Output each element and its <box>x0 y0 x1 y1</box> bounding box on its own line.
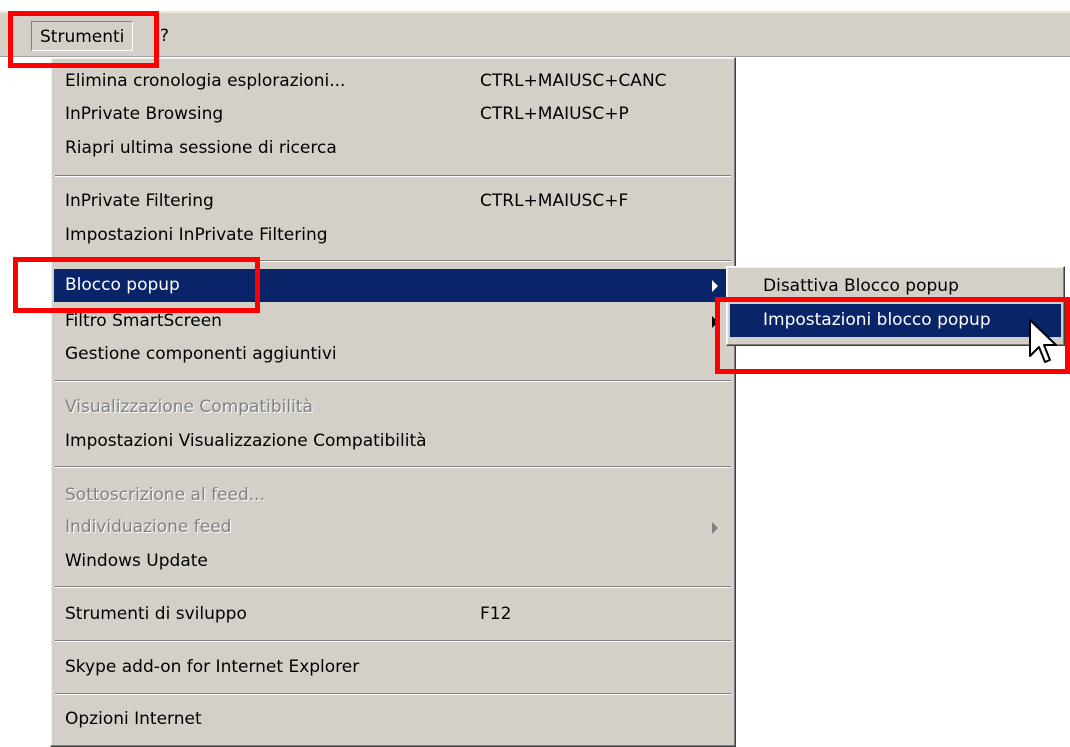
menu-item-label: Elimina cronologia esplorazioni... <box>65 71 346 91</box>
popup-blocker-submenu: Disattiva Blocco popup Impostazioni bloc… <box>726 266 1065 346</box>
menu-item-label: Sottoscrizione al feed... <box>65 485 265 505</box>
menu-separator <box>55 380 731 382</box>
menu-item-reopen-session[interactable]: Riapri ultima sessione di ricerca <box>54 132 732 165</box>
menu-separator <box>55 260 731 262</box>
menu-item-label: Impostazioni blocco popup <box>763 310 991 330</box>
menu-separator <box>55 466 731 468</box>
menu-item-label: Visualizzazione Compatibilità <box>65 397 313 417</box>
menu-help[interactable]: ? <box>152 21 177 51</box>
menu-item-label: Filtro SmartScreen <box>65 311 222 331</box>
menu-item-label: Individuazione feed <box>65 517 232 537</box>
menu-item-label: InPrivate Filtering <box>65 191 214 211</box>
menu-item-popup-blocker-settings[interactable]: Impostazioni blocco popup <box>730 304 1061 337</box>
menu-item-shortcut: CTRL+MAIUSC+F <box>480 191 629 211</box>
menu-item-compatibility-view-settings[interactable]: Impostazioni Visualizzazione Compatibili… <box>54 425 732 458</box>
submenu-arrow-icon <box>712 316 718 328</box>
menu-item-developer-tools[interactable]: Strumenti di sviluppo F12 <box>54 598 732 631</box>
menu-item-smartscreen-filter[interactable]: Filtro SmartScreen <box>54 305 732 338</box>
submenu-arrow-icon <box>712 280 718 292</box>
menu-item-inprivate-browsing[interactable]: InPrivate Browsing CTRL+MAIUSC+P <box>54 98 732 131</box>
menu-separator <box>55 175 731 177</box>
menu-item-label: Blocco popup <box>65 275 180 295</box>
menu-item-compatibility-view: Visualizzazione Compatibilità <box>54 391 732 424</box>
menu-item-manage-addons[interactable]: Gestione componenti aggiuntivi <box>54 338 732 371</box>
menu-item-label: Opzioni Internet <box>65 709 202 729</box>
menu-item-shortcut: F12 <box>480 604 512 624</box>
menu-separator <box>55 586 731 588</box>
menu-item-label: Skype add-on for Internet Explorer <box>65 657 360 677</box>
menu-item-shortcut: CTRL+MAIUSC+CANC <box>480 71 667 91</box>
menu-separator <box>55 640 731 642</box>
menu-item-label: Strumenti di sviluppo <box>65 604 247 624</box>
menu-item-delete-history[interactable]: Elimina cronologia esplorazioni... CTRL+… <box>54 65 732 98</box>
window-top-edge <box>0 0 1070 11</box>
menu-item-popup-blocker[interactable]: Blocco popup <box>54 269 732 302</box>
tools-dropdown-menu: Elimina cronologia esplorazioni... CTRL+… <box>50 57 736 747</box>
menu-item-label: Gestione componenti aggiuntivi <box>65 344 337 364</box>
menu-bar: Strumenti ? <box>0 11 1070 57</box>
menu-item-inprivate-filtering-settings[interactable]: Impostazioni InPrivate Filtering <box>54 219 732 252</box>
menu-item-windows-update[interactable]: Windows Update <box>54 545 732 578</box>
menu-strumenti[interactable]: Strumenti <box>31 21 134 51</box>
menu-item-label: Riapri ultima sessione di ricerca <box>65 138 337 158</box>
menu-item-feed-discovery: Individuazione feed <box>54 511 732 544</box>
menu-item-feed-subscription: Sottoscrizione al feed... <box>54 479 732 512</box>
menu-item-label: Impostazioni Visualizzazione Compatibili… <box>65 431 427 451</box>
menu-item-label: Impostazioni InPrivate Filtering <box>65 225 328 245</box>
menu-separator <box>55 693 731 695</box>
mouse-pointer-icon <box>1029 319 1057 363</box>
menu-item-label: Windows Update <box>65 551 208 571</box>
menu-item-internet-options[interactable]: Opzioni Internet <box>54 703 732 736</box>
menu-item-skype-addon[interactable]: Skype add-on for Internet Explorer <box>54 651 732 684</box>
menu-item-label: InPrivate Browsing <box>65 104 224 124</box>
submenu-arrow-icon <box>712 522 718 534</box>
menu-item-inprivate-filtering[interactable]: InPrivate Filtering CTRL+MAIUSC+F <box>54 185 732 218</box>
menu-item-shortcut: CTRL+MAIUSC+P <box>480 104 629 124</box>
menu-item-disable-popup-blocker[interactable]: Disattiva Blocco popup <box>730 270 1061 303</box>
menu-item-label: Disattiva Blocco popup <box>763 276 959 296</box>
